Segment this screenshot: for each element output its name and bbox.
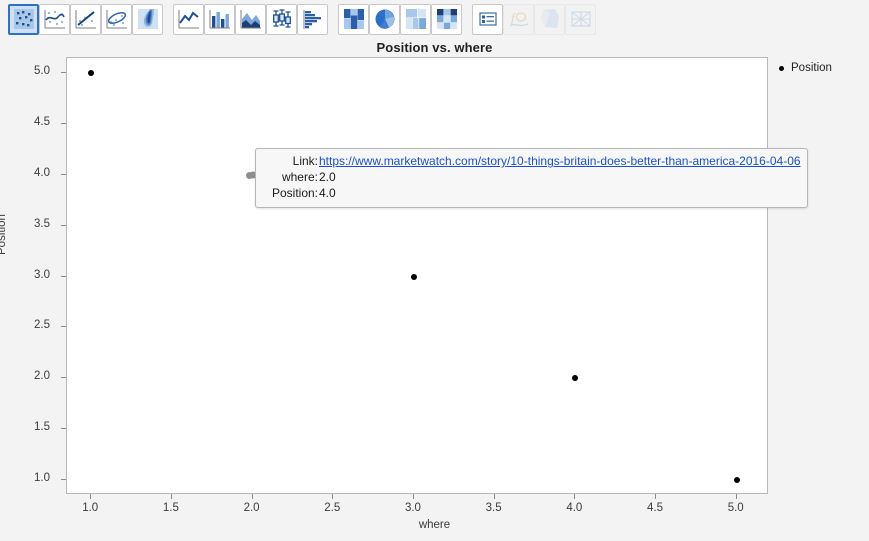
data-point[interactable] <box>410 273 417 280</box>
chart-type-toolbar[interactable]: f <box>0 0 869 38</box>
toolbar-group-distribution <box>8 2 163 36</box>
x-axis-tick-mark <box>332 494 334 499</box>
x-axis-tick-label: 1.5 <box>162 502 179 514</box>
density-contour-button[interactable] <box>132 3 163 35</box>
x-axis-tick-label: 3.5 <box>485 502 502 514</box>
x-axis-tick-mark <box>574 494 576 499</box>
y-axis-tick-label: 3.0 <box>34 268 50 281</box>
x-axis-tick-label: 2.0 <box>243 502 260 514</box>
mesh-grid-icon <box>570 11 591 27</box>
x-axis-tick-label: 5.0 <box>727 502 744 514</box>
x-axis-tick-label: 4.0 <box>566 502 583 514</box>
x-axis-tick-label: 3.0 <box>404 502 421 514</box>
x-axis-tick-label: 2.5 <box>324 502 341 514</box>
tooltip-key-position: Position: <box>271 186 318 200</box>
line-chart-button[interactable] <box>173 3 204 35</box>
chart-title: Position vs. where <box>376 40 493 55</box>
y-axis-title: Position <box>0 214 8 255</box>
toolbar-separator-2 <box>328 2 338 36</box>
regression-line-button[interactable] <box>70 3 101 35</box>
tiled-heatmap-icon <box>436 9 457 29</box>
toolbar-separator-3 <box>462 2 472 36</box>
legend-table-icon <box>478 12 497 26</box>
tooltip-value-where: 2.0 <box>319 170 336 184</box>
mosaic-plot-button[interactable] <box>338 3 369 35</box>
legend-marker-icon <box>779 65 784 71</box>
bar-chart-button[interactable] <box>204 3 235 35</box>
bar-chart-icon <box>209 10 230 29</box>
scatter-plot-button[interactable] <box>8 3 39 35</box>
pie-chart-button[interactable] <box>369 3 400 35</box>
mosaic-plot-icon <box>343 9 364 29</box>
data-point[interactable] <box>88 70 95 77</box>
area-chart-icon <box>240 10 261 29</box>
tooltip-row-position: Position: 4.0 <box>260 185 803 201</box>
regression-line-icon <box>75 10 96 29</box>
y-axis-tick-label: 1.0 <box>34 471 50 484</box>
tooltip-value-position: 4.0 <box>319 186 336 200</box>
tooltip-row-where: where: 2.0 <box>260 169 803 185</box>
x-axis-tick-mark <box>412 494 414 499</box>
plot-area[interactable] <box>66 57 768 494</box>
y-axis-tick-label: 4.0 <box>34 166 50 179</box>
x-axis-tick-label: 1.0 <box>82 502 99 514</box>
y-axis-tick-label: 1.5 <box>34 420 50 433</box>
pie-chart-icon <box>375 9 394 29</box>
smoother-curve-button[interactable] <box>39 3 70 35</box>
formula-function-button[interactable]: f <box>503 3 534 35</box>
toolbar-group-series <box>173 2 328 36</box>
toolbar-group-categorical <box>338 2 462 36</box>
histogram-button[interactable] <box>297 3 328 35</box>
y-axis-tick-label: 5.0 <box>34 65 50 78</box>
formula-function-icon: f <box>509 10 528 27</box>
x-axis-tick-label: 4.5 <box>647 502 664 514</box>
histogram-icon <box>303 10 321 29</box>
toolbar-separator-1 <box>163 2 173 36</box>
tooltip-key-link: Link: <box>292 154 318 168</box>
x-axis-tick-mark <box>493 494 495 499</box>
x-axis-tick-mark <box>170 494 172 499</box>
box-plot-icon <box>272 9 291 28</box>
hovered-point-marker <box>246 172 253 179</box>
map-shape-button[interactable] <box>534 3 565 35</box>
smoother-curve-icon <box>44 10 65 29</box>
legend-table-button[interactable] <box>472 3 503 35</box>
data-point-tooltip: Link: https://www.marketwatch.com/story/… <box>255 148 808 208</box>
data-point[interactable] <box>733 476 740 483</box>
normal-ellipse-button[interactable] <box>101 3 132 35</box>
y-axis-tick-label: 3.5 <box>34 217 50 230</box>
tooltip-key-where: where: <box>281 170 318 184</box>
legend-label-position: Position <box>791 62 832 74</box>
line-chart-icon <box>178 10 199 29</box>
y-axis-tick-label: 2.0 <box>34 370 50 383</box>
tooltip-link-value[interactable]: https://www.marketwatch.com/story/10-thi… <box>318 153 801 169</box>
data-point[interactable] <box>572 375 579 382</box>
x-axis-tick-mark <box>90 494 92 499</box>
toolbar-group-annotation: f <box>472 2 596 36</box>
x-axis-tick-mark <box>655 494 657 499</box>
treemap-button[interactable] <box>400 3 431 35</box>
ellipse-contour-icon <box>106 10 127 29</box>
chart-legend[interactable]: Position <box>779 62 832 74</box>
area-chart-button[interactable] <box>235 3 266 35</box>
treemap-icon <box>405 9 426 29</box>
mesh-grid-button[interactable] <box>565 3 596 35</box>
x-axis-title: where <box>418 519 451 531</box>
density-contour-icon <box>137 9 158 29</box>
tooltip-row-link: Link: https://www.marketwatch.com/story/… <box>260 153 803 169</box>
map-shape-icon <box>540 9 559 28</box>
scatter-plot-icon <box>13 9 34 29</box>
y-axis-tick-label: 2.5 <box>34 319 50 332</box>
x-axis-tick-mark <box>735 494 737 499</box>
box-plot-button[interactable] <box>266 3 297 35</box>
x-axis-tick-mark <box>251 494 253 499</box>
y-axis-tick-label: 4.5 <box>34 116 50 129</box>
tiled-heatmap-button[interactable] <box>431 3 462 35</box>
